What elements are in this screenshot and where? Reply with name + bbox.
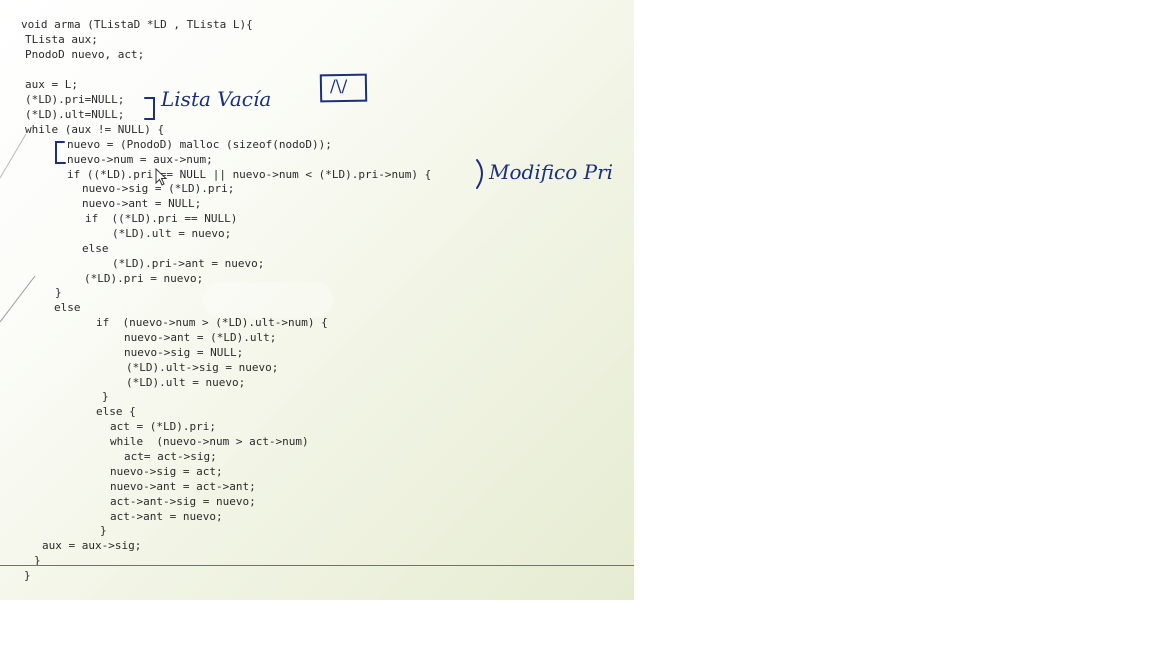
slash-ink <box>0 275 36 323</box>
handwritten-null-box-label: /\/ <box>330 77 348 97</box>
slash-ink <box>0 133 27 179</box>
bracket-ink <box>144 97 155 120</box>
slide: void arma (TListaD *LD , TLista L){ TLis… <box>0 0 634 600</box>
handwritten-note-modifico-pri: Modifico Pri <box>489 160 614 184</box>
arrow-pointer-icon <box>155 168 167 186</box>
paren-ink <box>476 159 483 189</box>
ink-annotations <box>0 73 483 323</box>
handwritten-note-lista-vacia: Lista Vacía <box>161 87 272 111</box>
bracket-ink <box>55 141 66 164</box>
